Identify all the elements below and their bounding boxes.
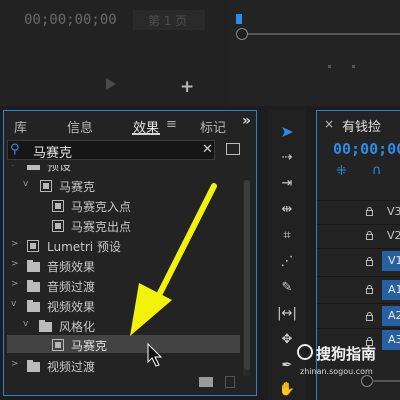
mouse-cursor-icon xyxy=(147,342,163,367)
annotation-overlay xyxy=(130,183,217,367)
annotation-arrow-icon xyxy=(130,183,217,336)
